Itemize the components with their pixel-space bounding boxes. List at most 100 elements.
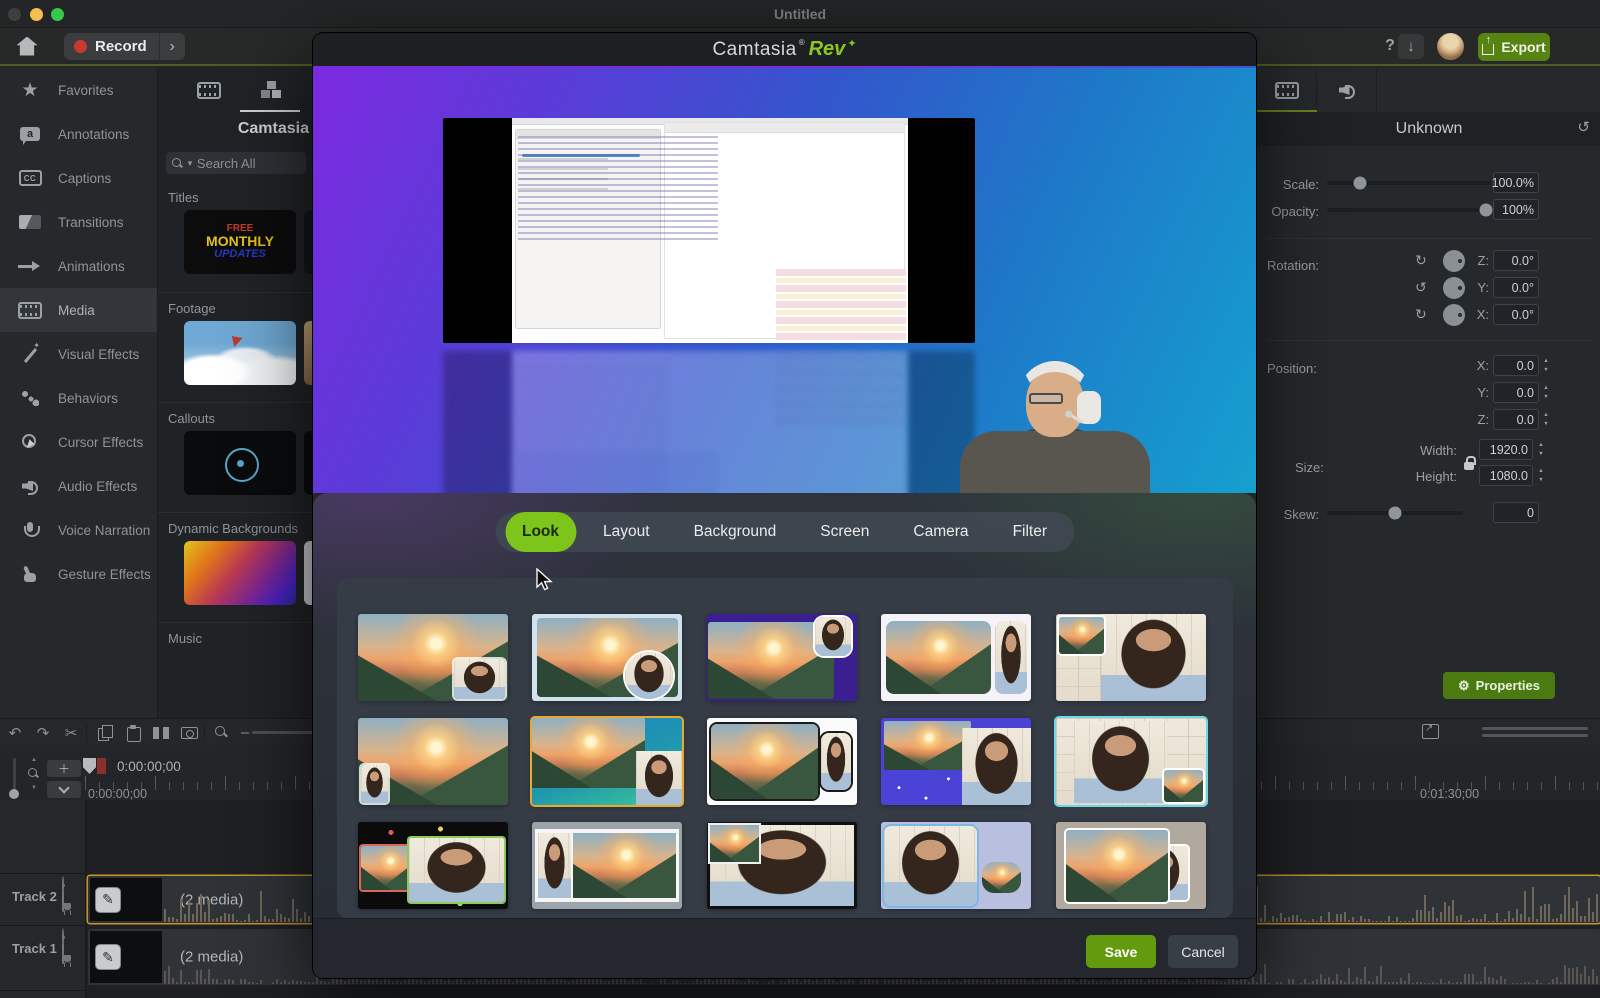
skew-slider-knob[interactable] <box>1388 506 1402 520</box>
scale-slider-knob[interactable] <box>1353 176 1367 190</box>
rotation-knob[interactable] <box>1443 277 1465 299</box>
screenshot-icon[interactable] <box>176 719 202 746</box>
sidebar-item-captions[interactable]: CC Captions <box>0 156 157 200</box>
width-value[interactable]: 1920.0 <box>1479 439 1533 460</box>
paste-icon[interactable] <box>120 719 146 746</box>
cut-icon[interactable]: ✂ <box>58 719 84 746</box>
search-input[interactable] <box>196 155 297 171</box>
sidebar-item-audio-effects[interactable]: Audio Effects <box>0 464 157 508</box>
look-thumbnail-framed-screen-camera-circle[interactable] <box>532 614 683 701</box>
rotation-value[interactable]: 0.0° <box>1493 277 1539 298</box>
tab-camtasia-assets[interactable] <box>240 68 302 112</box>
rotate-z-icon[interactable]: ↻ <box>1415 252 1427 269</box>
lock-aspect-icon[interactable] <box>1463 456 1476 470</box>
properties-button[interactable]: ⚙ Properties <box>1443 672 1555 699</box>
look-thumbnail-confetti-blue-screen-camera[interactable] <box>881 718 1032 805</box>
position-value[interactable]: 0.0 <box>1493 382 1539 403</box>
scale-value[interactable]: 100.0% <box>1492 172 1539 193</box>
scrollbar[interactable] <box>1482 734 1588 737</box>
tab-media-library[interactable] <box>178 68 240 112</box>
look-thumbnail-confetti-black-screen-camera[interactable] <box>358 822 508 909</box>
cancel-button[interactable]: Cancel <box>1168 935 1238 968</box>
rev-tab-filter[interactable]: Filter <box>996 512 1064 552</box>
footage-thumbnail-partial[interactable] <box>304 321 313 385</box>
save-button[interactable]: Save <box>1086 935 1156 968</box>
rotate-y-icon[interactable]: ↺ <box>1415 279 1427 296</box>
rotation-value[interactable]: 0.0° <box>1493 304 1539 325</box>
zoom-icon[interactable] <box>208 719 234 746</box>
export-button[interactable]: Export <box>1478 33 1550 61</box>
tab-visual-properties[interactable] <box>1257 68 1317 112</box>
look-thumbnail-laptop-frame-phone-camera[interactable] <box>706 718 857 805</box>
sidebar-item-behaviors[interactable]: Behaviors <box>0 376 157 420</box>
callouts-thumbnail[interactable] <box>184 431 296 495</box>
collapse-tracks-button[interactable] <box>47 781 81 798</box>
titles-thumbnail[interactable]: FREE MONTHLY UPDATES <box>184 210 296 274</box>
detach-timeline-icon[interactable] <box>1422 723 1439 739</box>
height-value[interactable]: 1080.0 <box>1479 465 1533 486</box>
sidebar-item-animations[interactable]: Animations <box>0 244 157 288</box>
sidebar-item-cursor-effects[interactable]: Cursor Effects <box>0 420 157 464</box>
titles-thumbnail-partial[interactable] <box>304 210 313 274</box>
reset-properties-icon[interactable]: ↺ <box>1577 118 1590 136</box>
rotation-knob[interactable] <box>1443 304 1465 326</box>
footage-thumbnail[interactable] <box>184 321 296 385</box>
rev-tab-layout[interactable]: Layout <box>586 512 667 552</box>
copy-icon[interactable] <box>92 719 118 746</box>
look-thumbnail-camera-full-screen-pip-top-left[interactable] <box>706 822 857 909</box>
look-thumbnail-white-panel-camera-left-screen-right[interactable] <box>532 822 683 909</box>
sidebar-item-voice-narration[interactable]: Voice Narration <box>0 508 157 552</box>
timeline-zoom-icon[interactable] <box>28 768 39 779</box>
track-height-slider-knob[interactable] <box>9 789 19 799</box>
zoom-in-arrow-icon[interactable]: ▲ <box>31 757 37 763</box>
scrollbar[interactable] <box>1482 727 1588 730</box>
opacity-value[interactable]: 100% <box>1493 199 1539 220</box>
rotation-knob[interactable] <box>1443 250 1465 272</box>
position-value[interactable]: 0.0 <box>1493 409 1539 430</box>
position-stepper[interactable]: ▲ ▼ <box>1541 382 1551 403</box>
opacity-slider[interactable] <box>1327 203 1493 217</box>
look-thumbnail-screen-camera-on-teal-selected[interactable] <box>532 718 683 805</box>
search-filter-dropdown-icon[interactable]: ▼ <box>186 159 194 168</box>
rev-tab-screen[interactable]: Screen <box>803 512 886 552</box>
look-thumbnail-camera-cyan-frame-screen-pip[interactable] <box>1055 718 1206 805</box>
edit-clip-button[interactable]: ✎ <box>95 944 121 970</box>
sidebar-item-favorites[interactable]: Favorites <box>0 68 157 112</box>
position-value[interactable]: 0.0 <box>1493 355 1539 376</box>
search-box[interactable]: ▼ <box>166 152 306 174</box>
sidebar-item-gesture-effects[interactable]: Gesture Effects <box>0 552 157 596</box>
look-thumbnail-camera-card-screen-pip-lavender[interactable] <box>881 822 1032 909</box>
position-stepper[interactable]: ▲ ▼ <box>1541 409 1551 430</box>
look-thumbnail-screen-full-camera-bottom-left[interactable] <box>358 718 508 805</box>
timeline-zoom-slider[interactable] <box>252 731 322 734</box>
look-thumbnail-screen-on-purple-camera-top-right[interactable] <box>706 614 857 701</box>
tab-audio-properties[interactable] <box>1317 68 1377 112</box>
edit-clip-button[interactable]: ✎ <box>95 886 121 913</box>
record-button[interactable]: Record › <box>64 33 185 60</box>
record-options-button[interactable]: › <box>158 33 185 60</box>
sidebar-item-visual-effects[interactable]: Visual Effects <box>0 332 157 376</box>
position-stepper[interactable]: ▲ ▼ <box>1541 355 1551 376</box>
dynamic-background-thumbnail[interactable] <box>184 541 296 605</box>
rev-tab-camera[interactable]: Camera <box>896 512 985 552</box>
sidebar-item-annotations[interactable]: a Annotations <box>0 112 157 156</box>
home-button[interactable] <box>12 32 42 60</box>
look-thumbnail-screen-full-camera-bottom-right[interactable] <box>358 614 508 701</box>
split-icon[interactable] <box>148 719 174 746</box>
zoom-out-arrow-icon[interactable]: ▼ <box>31 785 37 791</box>
sidebar-item-media[interactable]: Media <box>0 288 157 332</box>
undo-icon[interactable]: ↶ <box>2 719 28 746</box>
height-stepper[interactable]: ▲ ▼ <box>1536 465 1546 486</box>
opacity-slider-knob[interactable] <box>1479 203 1493 217</box>
look-thumbnail-camera-large-screen-pip-top-left[interactable] <box>1055 614 1206 701</box>
rotate-x-icon[interactable]: ↻ <box>1415 306 1427 323</box>
look-thumbnail-white-card-screen-camera-strip[interactable] <box>881 614 1032 701</box>
width-stepper[interactable]: ▲ ▼ <box>1536 439 1546 460</box>
redo-icon[interactable]: ↷ <box>30 719 56 746</box>
avatar[interactable] <box>1437 33 1464 60</box>
sidebar-item-transitions[interactable]: Transitions <box>0 200 157 244</box>
scale-slider[interactable] <box>1327 176 1491 190</box>
rev-tab-background[interactable]: Background <box>677 512 794 552</box>
rev-tab-look[interactable]: Look <box>504 512 577 552</box>
look-thumbnail-screen-card-camera-behind[interactable] <box>1055 822 1206 909</box>
